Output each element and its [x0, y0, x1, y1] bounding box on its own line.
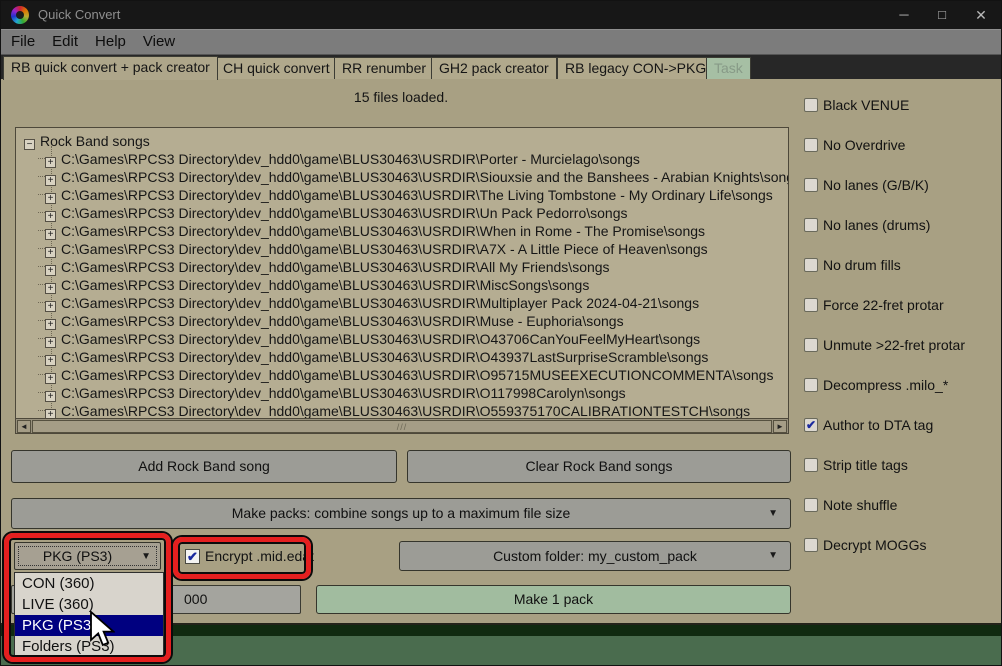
expand-icon[interactable]: +	[45, 211, 56, 222]
menu-bar: File Edit Help View	[1, 29, 1002, 55]
tree-item[interactable]: +C:\Games\RPCS3 Directory\dev_hdd0\game\…	[38, 276, 789, 294]
tab-gh2-pack-creator[interactable]: GH2 pack creator	[431, 57, 557, 79]
expand-icon[interactable]: +	[45, 355, 56, 366]
expand-icon[interactable]: +	[45, 283, 56, 294]
clear-rock-band-songs-button[interactable]: Clear Rock Band songs	[407, 450, 791, 483]
expand-icon[interactable]: +	[45, 247, 56, 258]
tree-item[interactable]: +C:\Games\RPCS3 Directory\dev_hdd0\game\…	[38, 222, 789, 240]
tree-root[interactable]: −Rock Band songs	[24, 132, 789, 150]
checkbox: ✔	[804, 138, 818, 152]
expand-icon[interactable]: +	[45, 337, 56, 348]
tab-strip: RB quick convert + pack creator CH quick…	[1, 55, 1002, 79]
menu-help[interactable]: Help	[95, 30, 126, 54]
expand-icon[interactable]: +	[45, 319, 56, 330]
expand-icon[interactable]: +	[45, 229, 56, 240]
collapse-icon[interactable]: −	[24, 139, 35, 150]
check-icon: ✔	[806, 418, 816, 432]
check-icon: ✔	[187, 549, 198, 564]
tree-item[interactable]: +C:\Games\RPCS3 Directory\dev_hdd0\game\…	[38, 294, 789, 312]
chevron-down-icon: ▼	[141, 551, 151, 562]
expand-icon[interactable]: +	[45, 391, 56, 402]
close-icon[interactable]: ✕	[961, 1, 1001, 29]
tree-item[interactable]: +C:\Games\RPCS3 Directory\dev_hdd0\game\…	[38, 330, 789, 348]
tree-item[interactable]: +C:\Games\RPCS3 Directory\dev_hdd0\game\…	[38, 312, 789, 330]
tree-item[interactable]: +C:\Games\RPCS3 Directory\dev_hdd0\game\…	[38, 258, 789, 276]
expand-icon[interactable]: +	[45, 265, 56, 276]
menu-file[interactable]: File	[11, 30, 35, 54]
dropdown-option-con-360[interactable]: CON (360)	[15, 573, 163, 594]
checkbox: ✔	[804, 378, 818, 392]
add-rock-band-song-button[interactable]: Add Rock Band song	[11, 450, 397, 483]
expand-icon[interactable]: +	[45, 157, 56, 168]
make-pack-button[interactable]: Make 1 pack	[316, 585, 791, 614]
maximize-icon[interactable]: □	[923, 1, 961, 29]
menu-view[interactable]: View	[143, 30, 175, 54]
checkbox: ✔	[804, 498, 818, 512]
checkbox: ✔	[804, 98, 818, 112]
scroll-right-icon[interactable]: ►	[773, 420, 787, 433]
song-tree[interactable]: −Rock Band songs +C:\Games\RPCS3 Directo…	[15, 127, 789, 434]
tab-rr-renumber[interactable]: RR renumber	[334, 57, 434, 79]
checkbox: ✔	[804, 338, 818, 352]
tree-item[interactable]: +C:\Games\RPCS3 Directory\dev_hdd0\game\…	[38, 384, 789, 402]
checkbox: ✔	[804, 178, 818, 192]
chevron-down-icon: ▼	[768, 499, 778, 528]
expand-icon[interactable]: +	[45, 301, 56, 312]
mouse-cursor-icon	[89, 611, 115, 652]
tab-rb-quick-convert[interactable]: RB quick convert + pack creator	[3, 56, 218, 80]
horizontal-scrollbar[interactable]: ◄ /// ►	[16, 418, 788, 433]
tree-item[interactable]: +C:\Games\RPCS3 Directory\dev_hdd0\game\…	[38, 168, 789, 186]
scroll-left-icon[interactable]: ◄	[17, 420, 31, 433]
output-format-combobox[interactable]: PKG (PS3) ▼	[14, 542, 161, 570]
make-packs-combobox[interactable]: Make packs: combine songs up to a maximu…	[11, 498, 791, 529]
tree-item[interactable]: +C:\Games\RPCS3 Directory\dev_hdd0\game\…	[38, 240, 789, 258]
checkbox: ✔	[804, 538, 818, 552]
tree-item[interactable]: +C:\Games\RPCS3 Directory\dev_hdd0\game\…	[38, 186, 789, 204]
app-icon	[11, 6, 29, 24]
scrollbar-thumb[interactable]: ///	[32, 420, 772, 433]
expand-icon[interactable]: +	[45, 193, 56, 204]
expand-icon[interactable]: +	[45, 175, 56, 186]
chevron-down-icon: ▼	[768, 542, 778, 570]
checkbox: ✔	[804, 418, 818, 432]
checkbox: ✔	[804, 298, 818, 312]
tree-item[interactable]: +C:\Games\RPCS3 Directory\dev_hdd0\game\…	[38, 348, 789, 366]
quick-convert-window: Quick Convert ─ □ ✕ File Edit Help View …	[0, 0, 1002, 666]
tree-item[interactable]: +C:\Games\RPCS3 Directory\dev_hdd0\game\…	[38, 366, 789, 384]
checkbox: ✔	[185, 549, 200, 564]
custom-folder-combobox[interactable]: Custom folder: my_custom_pack ▼	[399, 541, 791, 571]
checkbox: ✔	[804, 458, 818, 472]
files-loaded-status: 15 files loaded.	[11, 89, 791, 105]
checkbox: ✔	[804, 218, 818, 232]
tab-rb-legacy-con-pkg[interactable]: RB legacy CON->PKG	[557, 57, 714, 79]
tab-ch-quick-convert[interactable]: CH quick convert	[215, 57, 338, 79]
menu-edit[interactable]: Edit	[52, 30, 78, 54]
tab-task: Task	[706, 57, 751, 79]
tree-item[interactable]: +C:\Games\RPCS3 Directory\dev_hdd0\game\…	[38, 204, 789, 222]
minimize-icon[interactable]: ─	[885, 1, 923, 29]
tree-item[interactable]: +C:\Games\RPCS3 Directory\dev_hdd0\game\…	[38, 150, 789, 168]
checkbox: ✔	[804, 258, 818, 272]
expand-icon[interactable]: +	[45, 373, 56, 384]
window-title: Quick Convert	[38, 1, 120, 29]
title-bar: Quick Convert ─ □ ✕	[1, 1, 1002, 29]
